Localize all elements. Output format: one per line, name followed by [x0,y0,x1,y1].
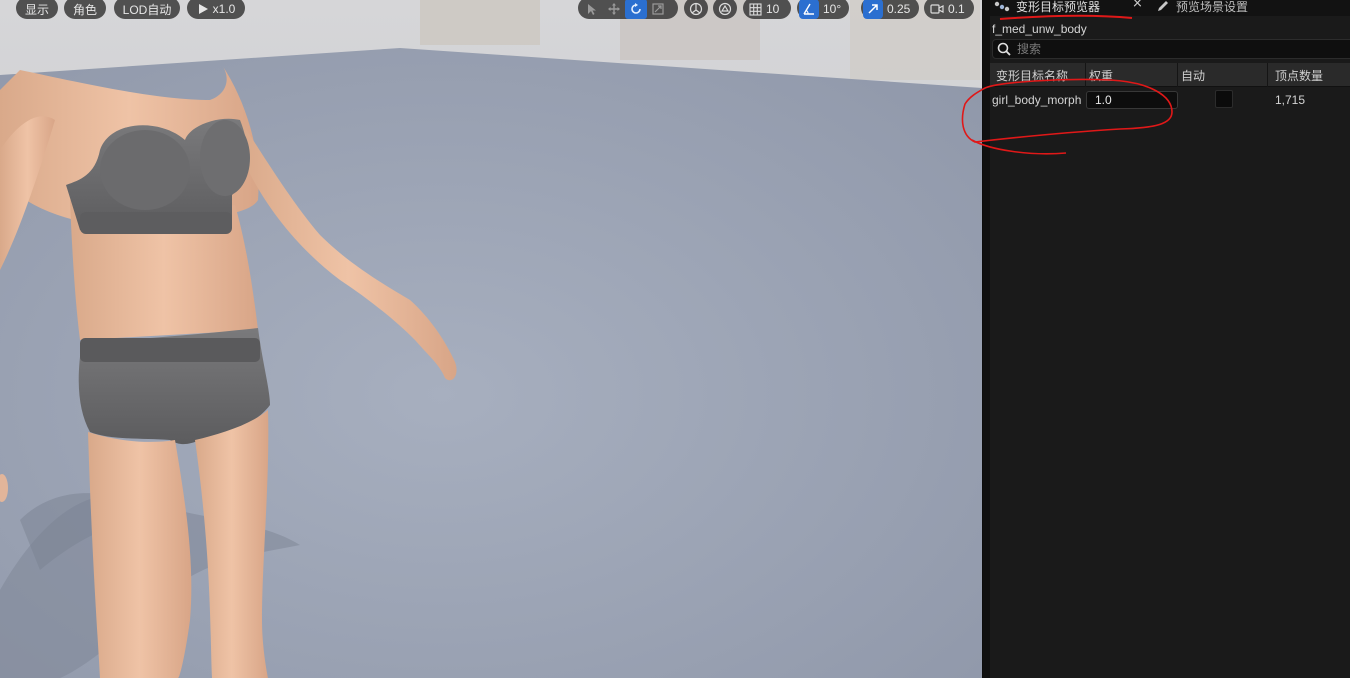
column-header-name[interactable]: 变形目标名称 [996,67,1068,84]
play-speed-button[interactable]: x1.0 [187,0,245,19]
tab-morph-target-preview-label: 变形目标预览器 [1016,0,1101,14]
scale-arrow-icon [868,4,878,14]
morph-target-name: girl_body_morph [992,93,1082,107]
tab-preview-scene-settings-label: 预览场景设置 [1176,0,1249,14]
rotate-tool-button[interactable] [625,0,647,19]
lod-menu-button[interactable]: LOD自动 [114,0,180,19]
column-divider[interactable] [1177,63,1178,87]
camera-icon [930,4,944,14]
column-header-vertices[interactable]: 顶点数量 [1275,67,1323,84]
tab-morph-target-preview[interactable]: 变形目标预览器 [994,0,1100,16]
table-header: 变形目标名称 权重 自动 顶点数量 [990,63,1350,87]
close-tab-icon[interactable]: × [1132,0,1143,11]
rotate-icon [631,3,641,14]
rotation-snap-value: 10° [823,2,842,16]
select-tool-button[interactable] [581,0,603,19]
show-menu-label: 显示 [24,2,49,17]
panel-splitter[interactable] [983,0,990,678]
grid-snap-button[interactable]: 10 [743,0,791,19]
search-icon [997,42,1011,56]
translate-tool-button[interactable] [603,0,625,19]
rotation-snap-toggle[interactable] [799,0,819,19]
vertex-count: 1,715 [1275,93,1306,107]
pencil-icon [1158,1,1168,11]
panel-tab-bar: 变形目标预览器 × 预览场景设置 [990,0,1350,16]
tab-preview-scene-settings[interactable]: 预览场景设置 [1156,0,1248,16]
viewport-scene [0,0,982,678]
camera-speed-value: 0.1 [948,2,965,16]
column-header-weight[interactable]: 权重 [1089,67,1113,84]
viewport[interactable]: 显示 角色 LOD自动 x1.0 10 10° 0.25 0.1 [0,0,982,678]
morph-target-panel: 变形目标预览器 × 预览场景设置 f_med_unw_body 变形目标名称 权… [982,0,1350,678]
scale-tool-button[interactable] [647,0,669,19]
grid-snap-value: 10 [766,2,780,16]
coordinate-system-icon [689,2,703,16]
angle-icon [803,3,814,15]
column-divider[interactable] [1085,63,1086,87]
grid-icon [749,2,762,16]
lod-menu-label: LOD自动 [122,2,172,17]
scale-icon [652,3,664,15]
scale-snap-toggle[interactable] [863,0,883,19]
play-icon [197,3,209,15]
camera-speed-button[interactable]: 0.1 [924,0,974,19]
column-header-auto[interactable]: 自动 [1181,67,1205,84]
search-box[interactable] [992,39,1350,59]
show-menu-button[interactable]: 显示 [16,0,58,19]
search-input[interactable] [1017,42,1317,56]
character-menu-button[interactable]: 角色 [64,0,106,19]
surface-snap-icon [718,2,732,16]
scale-snap-button[interactable]: 0.25 [861,0,919,19]
table-row[interactable]: girl_body_morph 1.0 1,715 [990,88,1350,112]
auto-checkbox[interactable] [1215,90,1233,108]
play-speed-label: x1.0 [212,2,236,16]
surface-snap-button[interactable] [713,0,737,19]
mesh-name: f_med_unw_body [992,22,1087,36]
move-icon [608,3,620,15]
cursor-icon [588,4,596,15]
scale-snap-value: 0.25 [887,2,911,16]
weight-input[interactable]: 1.0 [1086,91,1178,109]
rotation-snap-button[interactable]: 10° [797,0,849,19]
transform-tool-group [578,0,678,19]
character-menu-label: 角色 [72,2,97,17]
morph-target-icon [994,1,1010,12]
column-divider[interactable] [1267,63,1268,87]
local-space-button[interactable] [684,0,708,19]
